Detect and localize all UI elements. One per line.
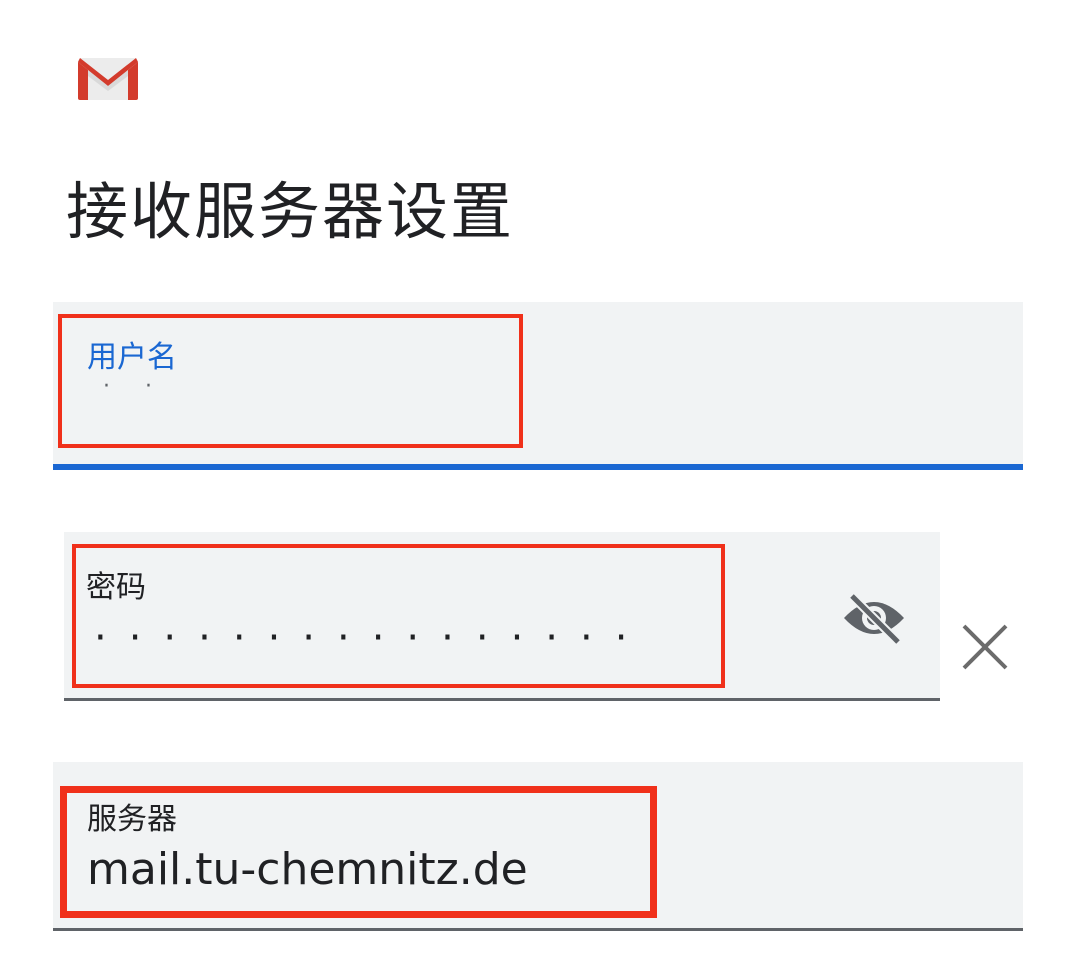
username-field[interactable]: 用户名 · · [53,302,1023,470]
server-value: mail.tu-chemnitz.de [87,844,528,895]
visibility-off-icon[interactable] [840,590,908,646]
username-label: 用户名 [87,340,177,375]
close-icon [962,624,1008,670]
gmail-logo-icon [76,54,140,102]
server-field[interactable]: 服务器 mail.tu-chemnitz.de [53,762,1023,931]
server-label: 服务器 [87,802,177,837]
password-label: 密码 [86,570,146,605]
page-title: 接收服务器设置 [66,175,515,248]
username-value: · · [103,374,166,399]
clear-button[interactable] [958,620,1012,674]
password-value: ················ [94,615,650,661]
password-field[interactable]: 密码 ················ [64,532,940,701]
